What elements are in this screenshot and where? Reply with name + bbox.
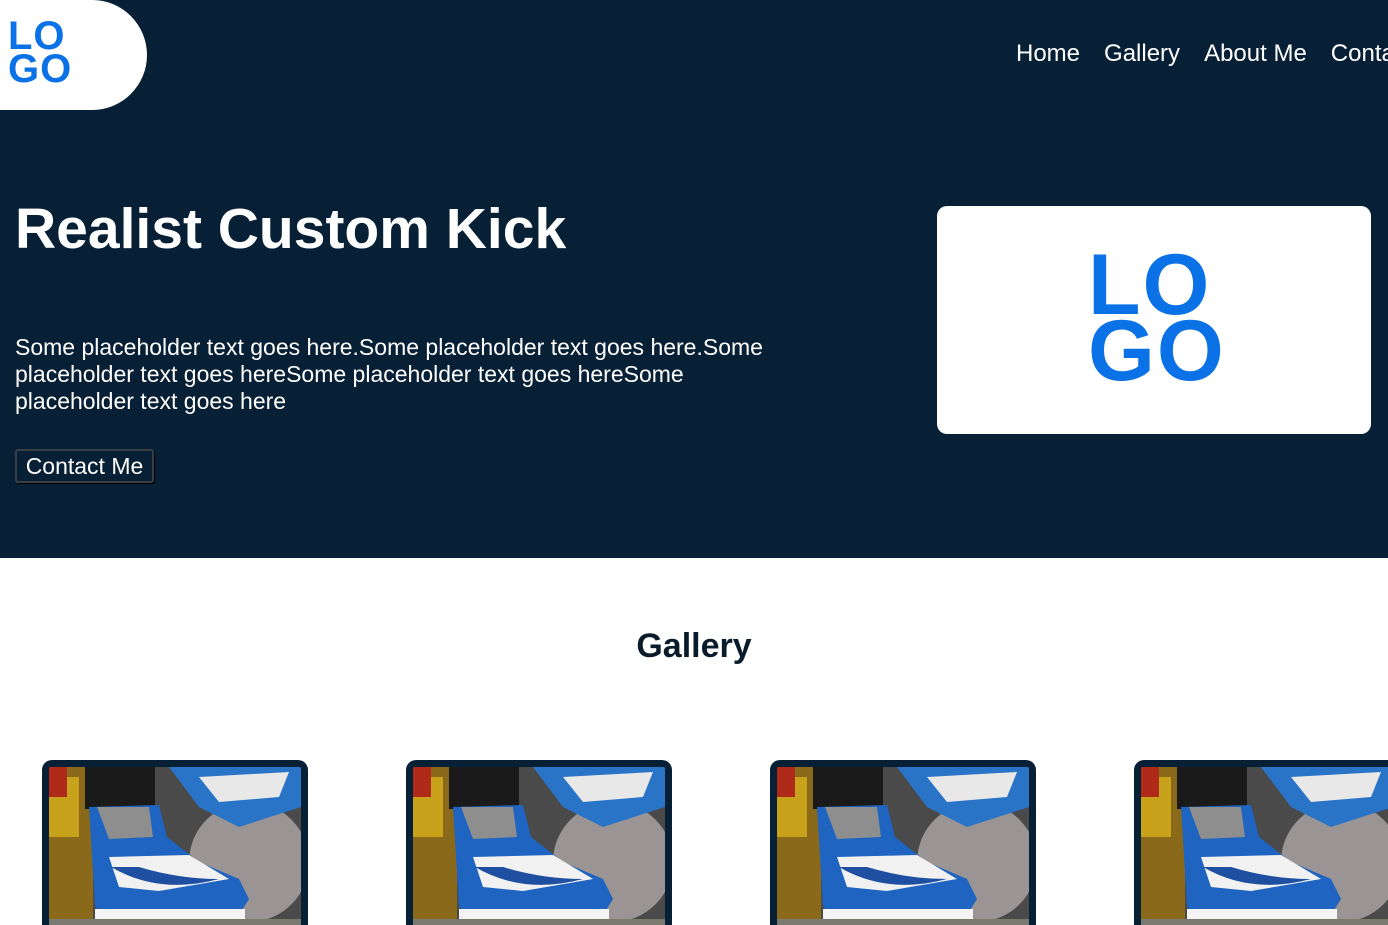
site-logo: LO GO — [8, 16, 73, 91]
hero-logo: LO GO — [1088, 242, 1226, 399]
sneaker-image — [1141, 767, 1388, 925]
hero-section: LO GO Home Gallery About Me Contact Realist… — [0, 0, 1388, 558]
nav-about-me[interactable]: About Me — [1204, 40, 1307, 68]
sneaker-photo — [413, 767, 665, 925]
gallery-card-3[interactable] — [770, 760, 1036, 925]
main-nav: Home Gallery About Me Contact — [1016, 40, 1388, 68]
site-logo-link[interactable]: LO GO — [0, 0, 147, 110]
sneaker-photo — [1141, 767, 1388, 925]
sneaker-photo — [49, 767, 301, 925]
gallery-title: Gallery — [636, 627, 752, 665]
contact-me-button[interactable]: Contact Me — [15, 449, 154, 483]
nav-gallery[interactable]: Gallery — [1104, 40, 1180, 68]
gallery-card-1[interactable] — [42, 760, 308, 925]
page: LO GO Home Gallery About Me Contact Realist… — [0, 0, 1388, 925]
sneaker-image — [777, 767, 1029, 925]
sneaker-photo — [777, 767, 1029, 925]
nav-home[interactable]: Home — [1016, 40, 1080, 68]
sneaker-image — [49, 767, 301, 925]
hero-logo-line-2: GO — [1088, 303, 1226, 399]
nav-contact[interactable]: Contact — [1331, 40, 1388, 68]
gallery-card-2[interactable] — [406, 760, 672, 925]
hero-description: Some placeholder text goes here.Some pla… — [15, 334, 763, 414]
gallery-card-4[interactable] — [1134, 760, 1388, 925]
sneaker-image — [413, 767, 665, 925]
hero-title: Realist Custom Kick — [15, 197, 567, 261]
logo-line-2: GO — [8, 47, 73, 91]
